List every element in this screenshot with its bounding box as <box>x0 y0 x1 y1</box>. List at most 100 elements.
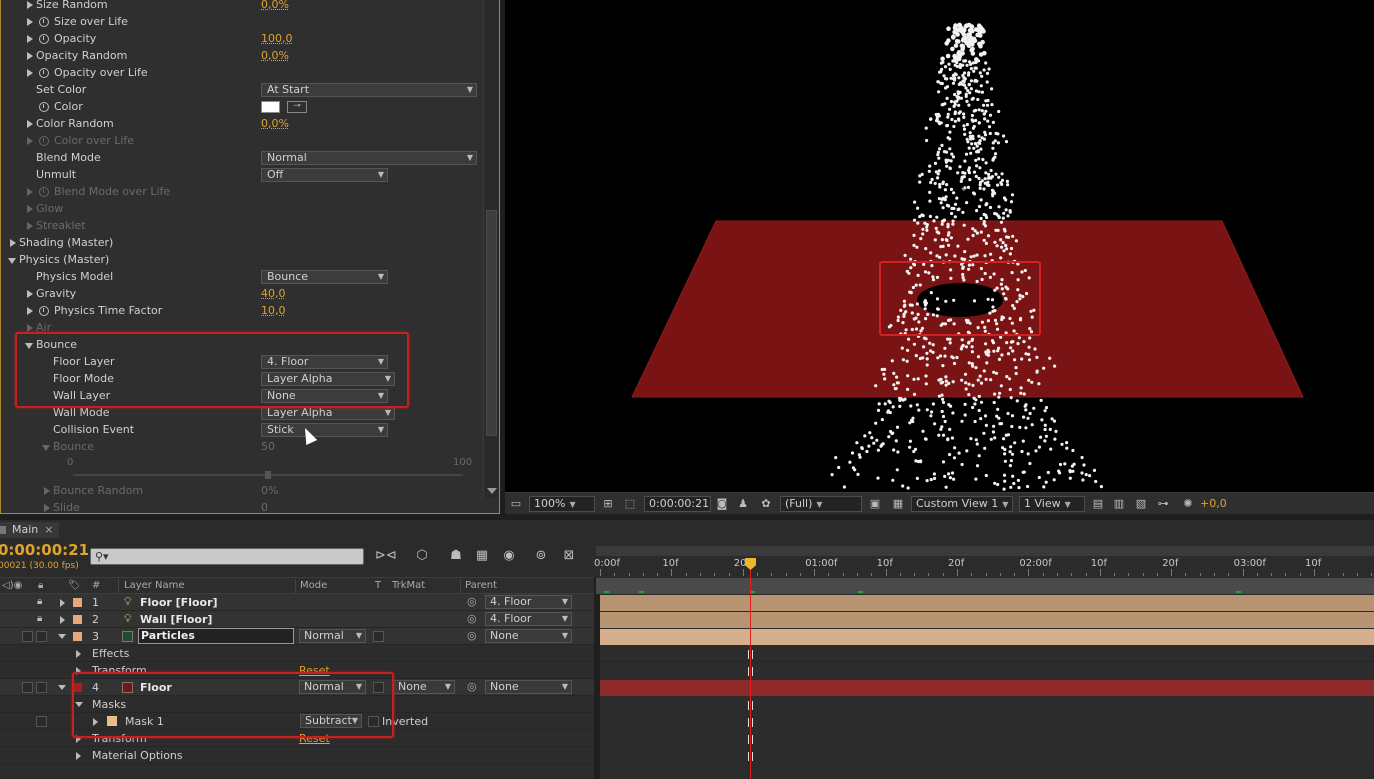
resolution-dropdown[interactable]: (Full) <box>780 496 862 512</box>
collapse-triangle-icon[interactable] <box>8 258 16 264</box>
collapse-triangle-icon[interactable] <box>25 343 33 349</box>
time-ruler[interactable]: 0:00f 10f 20f 01:00f 10f 20f 02:00f 10f 20f 03:00… <box>594 544 1374 578</box>
parent-dropdown[interactable]: 4. Floor <box>485 612 572 626</box>
reset-link[interactable]: Reset <box>299 664 330 677</box>
fx-gravity[interactable]: Gravity 40,0 <box>1 286 483 303</box>
draft-3d-icon[interactable]: ⬡ <box>412 548 432 566</box>
zoom-dropdown[interactable]: 100% <box>529 496 595 512</box>
expand-triangle-icon[interactable] <box>27 120 33 128</box>
fx-color-over-life[interactable]: Color over Life <box>1 133 483 150</box>
expand-triangle-icon[interactable] <box>27 69 33 77</box>
set-color-dropdown[interactable]: At Start <box>261 83 477 97</box>
pick-whip-icon[interactable]: ◎ <box>467 595 477 608</box>
track-bar-layer-4[interactable] <box>600 680 1374 696</box>
expand-triangle-icon[interactable] <box>27 1 33 9</box>
floor-mode-dropdown[interactable]: Layer Alpha <box>261 372 395 386</box>
time-navigator[interactable] <box>596 546 1374 556</box>
frame-blending-icon[interactable]: ▦ <box>472 548 492 566</box>
fx-glow[interactable]: Glow <box>1 201 483 218</box>
reset-link[interactable]: Reset <box>299 732 330 745</box>
fx-bounce-value[interactable]: Bounce 50 <box>1 439 483 456</box>
parent-dropdown[interactable]: None <box>485 680 572 694</box>
expand-triangle-icon[interactable] <box>60 616 65 624</box>
layer-4-material-options-row[interactable]: Material Options <box>0 747 594 764</box>
region-icon[interactable]: ⬚ <box>623 497 637 510</box>
color-swatch[interactable] <box>261 101 280 113</box>
physics-model-dropdown[interactable]: Bounce <box>261 270 388 284</box>
expand-triangle-icon[interactable] <box>27 188 33 196</box>
composition-viewer[interactable]: ⌖ <box>505 0 1374 492</box>
trkmat-dropdown[interactable]: None <box>393 680 455 694</box>
search-input[interactable]: ⚲▾ <box>90 548 364 565</box>
current-timecode[interactable]: 0:00:00:21 <box>0 541 89 559</box>
label-color-chip[interactable] <box>73 632 82 641</box>
stopwatch-icon[interactable] <box>39 306 49 316</box>
view-dropdown[interactable]: Custom View 1 <box>911 496 1013 512</box>
motion-blur-icon[interactable]: ◉ <box>499 548 519 566</box>
channel-icon[interactable]: ✿ <box>759 497 773 510</box>
scroll-down-arrow-icon[interactable] <box>487 488 497 494</box>
layer-row-2[interactable]: 🔒︎ 2 💡︎ Wall [Floor] ◎ 4. Floor <box>0 611 594 628</box>
expand-triangle-icon[interactable] <box>27 137 33 145</box>
expand-triangle-icon[interactable] <box>10 239 16 247</box>
expand-triangle-icon[interactable] <box>27 290 33 298</box>
label-column-icon[interactable]: 🏷︎ <box>68 580 81 591</box>
always-preview-icon[interactable]: ▭ <box>509 497 523 510</box>
exposure-value[interactable]: +0,0 <box>1200 497 1227 510</box>
collapse-triangle-icon[interactable] <box>58 634 66 639</box>
layer-3-effects-row[interactable]: Effects <box>0 645 594 662</box>
lock-checkbox[interactable] <box>36 682 47 693</box>
label-color-chip[interactable] <box>73 615 82 624</box>
expand-triangle-icon[interactable] <box>27 324 33 332</box>
fx-shading-master[interactable]: Shading (Master) <box>1 235 483 252</box>
lock-icon[interactable]: 🔒︎ <box>37 613 42 624</box>
transparency-grid-icon[interactable]: ▦ <box>891 497 905 510</box>
fx-blend-mode-over-life[interactable]: Blend Mode over Life <box>1 184 483 201</box>
fx-physics-time-factor[interactable]: Physics Time Factor 10,0 <box>1 303 483 320</box>
work-area-bar[interactable] <box>596 578 1374 594</box>
graph-editor-toggle-icon[interactable]: ⊠ <box>559 548 579 566</box>
expand-triangle-icon[interactable] <box>27 52 33 60</box>
expand-triangle-icon[interactable] <box>27 205 33 213</box>
scrollbar-thumb[interactable] <box>486 210 497 436</box>
blend-mode-dropdown[interactable]: Normal <box>299 629 366 643</box>
stopwatch-icon[interactable] <box>39 34 49 44</box>
layer-3-transform-row[interactable]: Transform Reset <box>0 662 594 679</box>
layer-name-edit-field[interactable]: Particles <box>138 628 294 644</box>
expand-triangle-icon[interactable] <box>27 35 33 43</box>
track-bar-layer-3[interactable] <box>600 629 1374 645</box>
graph-editor-icon[interactable]: ⊚ <box>531 548 551 566</box>
fast-preview-icon[interactable]: ▣ <box>868 497 882 510</box>
parent-dropdown[interactable]: 4. Floor <box>485 595 572 609</box>
layer-4-masks-row[interactable]: Masks <box>0 696 594 713</box>
lock-checkbox[interactable] <box>36 631 47 642</box>
toggle-pixel-icon[interactable]: ▤ <box>1091 497 1105 510</box>
expand-triangle-icon[interactable] <box>44 487 50 495</box>
expand-triangle-icon[interactable] <box>76 735 81 743</box>
pick-whip-icon[interactable]: ◎ <box>467 629 477 642</box>
snapshot-icon[interactable]: ◙ <box>715 497 729 510</box>
fx-opacity-random[interactable]: Opacity Random 0,0% <box>1 48 483 65</box>
lock-column-icon[interactable]: 🔒︎ <box>38 580 43 591</box>
expand-triangle-icon[interactable] <box>76 667 81 675</box>
stopwatch-icon[interactable] <box>39 102 49 112</box>
fx-air[interactable]: Air <box>1 320 483 337</box>
fx-color-random[interactable]: Color Random 0,0% <box>1 116 483 133</box>
fx-size-random[interactable]: Size Random 0,0% <box>1 0 483 14</box>
eyedropper-icon[interactable]: ⊸ <box>287 101 307 113</box>
fx-opacity-over-life[interactable]: Opacity over Life <box>1 65 483 82</box>
expand-triangle-icon[interactable] <box>27 307 33 315</box>
wall-layer-dropdown[interactable]: None <box>261 389 388 403</box>
layout-dropdown[interactable]: 1 View <box>1019 496 1085 512</box>
expand-triangle-icon[interactable] <box>93 718 98 726</box>
solo-checkbox[interactable] <box>22 631 33 642</box>
fx-bounce-group[interactable]: Bounce <box>1 337 483 354</box>
layer-4-transform-row[interactable]: Transform Reset <box>0 730 594 747</box>
comp-flowchart-icon[interactable]: ▧ <box>1134 497 1148 510</box>
bounce-slider-knob[interactable] <box>265 471 271 479</box>
blend-mode-dropdown[interactable]: Normal <box>299 680 366 694</box>
collapse-triangle-icon[interactable] <box>42 445 50 451</box>
show-snapshot-icon[interactable]: ♟ <box>736 497 750 510</box>
lock-checkbox[interactable] <box>36 716 47 727</box>
exposure-icon[interactable]: ✺ <box>1181 497 1195 510</box>
